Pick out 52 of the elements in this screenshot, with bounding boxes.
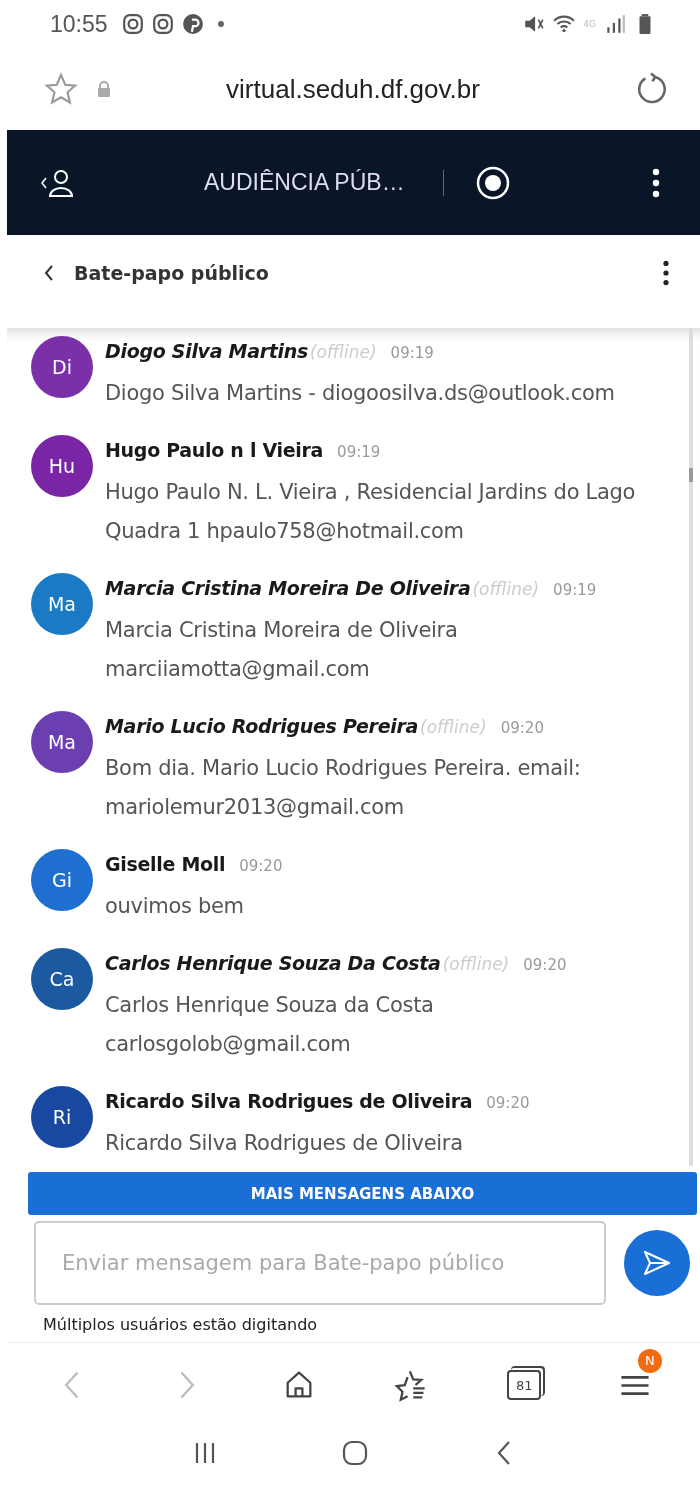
status-time: 10:55 (50, 10, 108, 38)
chat-title[interactable]: Bate-papo público (74, 261, 269, 284)
lock-icon (96, 81, 112, 97)
user-avatar: Gi (31, 849, 93, 911)
sender-name: Hugo Paulo n l Vieira (105, 438, 324, 463)
message-time: 09:20 (486, 1093, 530, 1114)
user-avatar: Hu (31, 435, 93, 497)
user-avatar: Ma (31, 711, 93, 773)
more-options-icon[interactable] (662, 259, 670, 286)
message-input[interactable]: Enviar mensagem para Bate-papo público (34, 1221, 606, 1305)
send-icon (642, 1248, 672, 1278)
message-text: Marcia Cristina Moreira de Oliveira marciiamotta@gmail.com (105, 617, 459, 683)
user-avatar: Ma (31, 573, 93, 635)
user-avatar: Ri (31, 1086, 93, 1148)
home-button-icon[interactable] (340, 1438, 370, 1468)
message-time: 09:19 (390, 343, 434, 364)
message-text: Ricardo Silva Rodrigues de Oliveira (105, 1130, 464, 1157)
message-time: 09:20 (523, 955, 567, 976)
message-time: 09:19 (553, 580, 597, 601)
instagram-icon (121, 13, 144, 35)
sender-name: Carlos Henrique Souza Da Costa (105, 951, 441, 976)
user-avatar: Ca (31, 948, 93, 1010)
message-time: 09:20 (500, 718, 544, 739)
message-text: ouvimos bem (105, 893, 245, 920)
message-text: Diogo Silva Martins - diogoosilva.ds@outlook.com (105, 380, 616, 407)
more-messages-button[interactable]: MAIS MENSAGENS ABAIXO (28, 1172, 697, 1215)
network-type: 4G (583, 19, 596, 29)
wifi-icon (553, 13, 576, 35)
notification-dot-icon (217, 21, 224, 27)
message-time: 09:20 (239, 856, 283, 877)
pin-icon (181, 13, 204, 35)
instagram-icon (151, 13, 174, 35)
meeting-title: AUDIÊNCIA PÚB… (204, 169, 405, 196)
sender-name: Marcia Cristina Moreira De Oliveira (105, 576, 471, 601)
sender-name: Mario Lucio Rodrigues Pereira (105, 714, 419, 739)
more-options-icon[interactable] (652, 167, 660, 198)
message-text: Carlos Henrique Souza da Costa carlosgolob@gmail.com (105, 992, 435, 1058)
message-text: Bom dia. Mario Lucio Rodrigues Pereira. email: mariolemur2013@gmail.com (105, 755, 582, 821)
menu-icon[interactable] (620, 1375, 650, 1395)
back-chevron-icon[interactable] (44, 263, 54, 282)
message-time: 09:19 (337, 442, 381, 463)
record-icon[interactable] (475, 165, 510, 200)
signal-icon (604, 13, 626, 35)
message-text: Hugo Paulo N. L. Vieira , Residencial Jardins do Lago Quadra 1 hpaulo758@hotmail.com (105, 479, 637, 545)
star-icon[interactable] (44, 72, 78, 106)
notification-badge: N (638, 1348, 662, 1373)
user-avatar: Di (31, 336, 93, 398)
sender-name: Diogo Silva Martins (105, 339, 308, 364)
sender-name: Ricardo Silva Rodrigues de Oliveira (105, 1089, 473, 1114)
typing-indicator: Múltiplos usuários estão digitando (7, 1305, 700, 1343)
sender-name: Giselle Moll (105, 852, 226, 877)
address-bar[interactable]: virtual.seduh.df.gov.br (130, 73, 616, 105)
